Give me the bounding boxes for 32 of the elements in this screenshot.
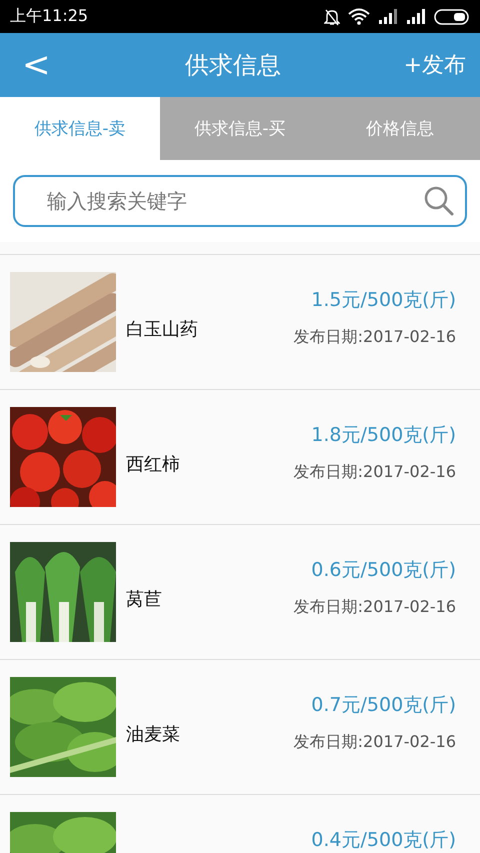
publish-date: 发布日期:2017-02-16 (294, 462, 456, 483)
search-icon[interactable] (423, 185, 455, 217)
product-row[interactable]: 莴苣 0.6元/500克(斤) 发布日期:2017-02-16 (0, 525, 480, 660)
publish-date: 发布日期:2017-02-16 (294, 732, 456, 753)
back-button[interactable]: < (22, 45, 62, 85)
tab[interactable]: 供求信息-买 (160, 97, 320, 160)
publish-button[interactable]: +发布 (404, 50, 466, 80)
product-price: 1.5元/500克(斤) (311, 288, 456, 313)
product-row[interactable]: 白玉山药 1.5元/500克(斤) 发布日期:2017-02-16 (0, 255, 480, 390)
product-name: 白玉山药 (126, 318, 198, 341)
product-price: 0.4元/500克(斤) (311, 828, 456, 853)
tab[interactable]: 价格信息 (320, 97, 480, 160)
product-name: 莴苣 (126, 588, 162, 611)
publish-date: 发布日期:2017-02-16 (294, 327, 456, 348)
product-row[interactable]: 油麦菜 0.7元/500克(斤) 发布日期:2017-02-16 (0, 660, 480, 795)
product-name: 油麦菜 (126, 723, 180, 746)
product-row[interactable]: 西红柿 1.8元/500克(斤) 发布日期:2017-02-16 (0, 390, 480, 525)
tab[interactable]: 供求信息-卖 (0, 97, 160, 160)
page-title: 供求信息 (184, 50, 282, 81)
publish-date: 发布日期:2017-02-16 (294, 597, 456, 618)
search-field[interactable]: 输入搜索关键字 (13, 175, 467, 227)
product-price: 1.8元/500克(斤) (311, 423, 456, 448)
battery-icon (434, 8, 470, 24)
status-time: 上午11:25 (10, 6, 88, 27)
wifi-icon (348, 8, 370, 25)
signal-icon (378, 9, 398, 24)
product-row[interactable]: 0.4元/500克(斤) (0, 795, 480, 853)
bell-off-icon (324, 8, 340, 26)
product-price: 0.7元/500克(斤) (311, 693, 456, 718)
product-name: 西红柿 (126, 453, 180, 476)
product-price: 0.6元/500克(斤) (311, 558, 456, 583)
signal-icon (406, 9, 426, 24)
